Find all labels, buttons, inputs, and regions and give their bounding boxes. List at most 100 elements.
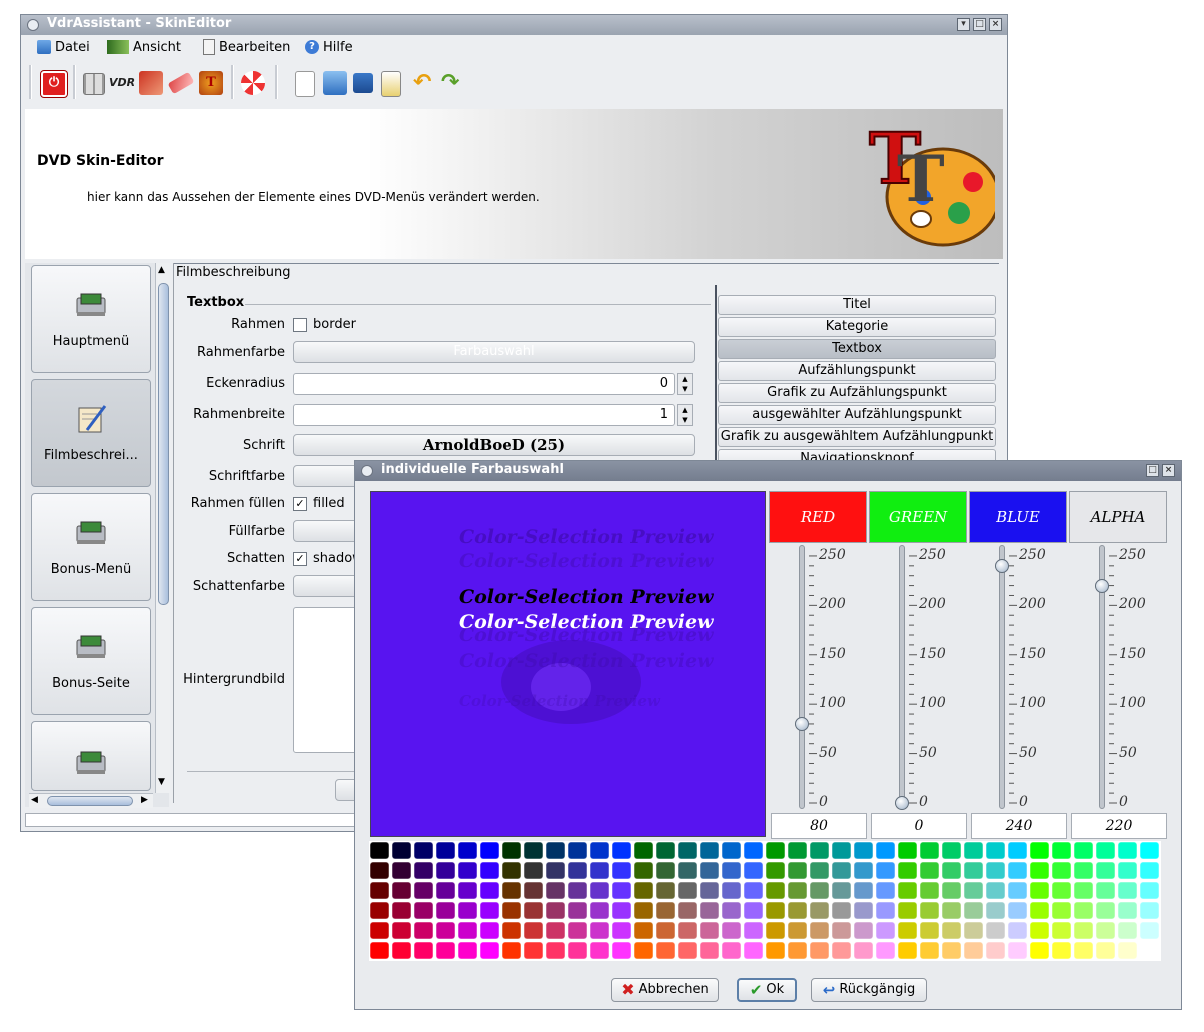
palette-swatch[interactable] [897, 921, 918, 940]
nav-bonus-menue[interactable]: Bonus-Menü [31, 493, 151, 601]
palette-swatch[interactable] [743, 921, 764, 940]
palette-swatch[interactable] [369, 921, 390, 940]
close-icon[interactable]: × [989, 18, 1002, 31]
palette-swatch[interactable] [611, 881, 632, 900]
palette-swatch[interactable] [985, 941, 1006, 960]
palette-swatch[interactable] [413, 841, 434, 860]
palette-swatch[interactable] [875, 881, 896, 900]
palette-swatch[interactable] [1139, 941, 1160, 960]
palette-swatch[interactable] [523, 841, 544, 860]
save-icon[interactable] [353, 73, 373, 93]
palette-swatch[interactable] [479, 921, 500, 940]
palette-swatch[interactable] [435, 841, 456, 860]
palette-swatch[interactable] [677, 861, 698, 880]
palette-swatch[interactable] [633, 841, 654, 860]
filled-checkbox[interactable]: ✓ [293, 497, 307, 511]
palette-swatch[interactable] [545, 881, 566, 900]
element-list-item[interactable]: Aufzählungspunkt [718, 361, 996, 381]
palette-swatch[interactable] [369, 881, 390, 900]
element-list-item[interactable]: ausgewählter Aufzählungspunkt [718, 405, 996, 425]
palette-swatch[interactable] [897, 901, 918, 920]
palette-swatch[interactable] [765, 901, 786, 920]
palette-swatch[interactable] [721, 841, 742, 860]
palette-swatch[interactable] [941, 861, 962, 880]
palette-swatch[interactable] [655, 881, 676, 900]
palette-swatch[interactable] [1095, 881, 1116, 900]
palette-swatch[interactable] [633, 881, 654, 900]
palette-swatch[interactable] [699, 901, 720, 920]
palette-swatch[interactable] [1073, 941, 1094, 960]
nav-hscroll-thumb[interactable] [47, 796, 133, 806]
palette-swatch[interactable] [809, 941, 830, 960]
rahmenbreite-input[interactable]: 1 [293, 404, 675, 426]
palette-swatch[interactable] [1073, 841, 1094, 860]
power-icon[interactable]: ⏻ [41, 71, 67, 97]
palette-swatch[interactable] [985, 901, 1006, 920]
channel-slider-knob[interactable] [1095, 578, 1109, 593]
element-list-item[interactable]: Grafik zu ausgewähltem Aufzählungpunkt [718, 427, 996, 447]
scroll-right-icon[interactable]: ▶ [141, 795, 148, 805]
element-list-item[interactable]: Grafik zu Aufzählungspunkt [718, 383, 996, 403]
palette-swatch[interactable] [1095, 921, 1116, 940]
palette-swatch[interactable] [897, 881, 918, 900]
palette-swatch[interactable] [1029, 841, 1050, 860]
undo-button[interactable]: ↩ Rückgängig [811, 978, 927, 1002]
palette-swatch[interactable] [699, 861, 720, 880]
nav-item-5[interactable] [31, 721, 151, 791]
palette-swatch[interactable] [1139, 841, 1160, 860]
palette-swatch[interactable] [809, 841, 830, 860]
palette-swatch[interactable] [611, 901, 632, 920]
palette-swatch[interactable] [391, 841, 412, 860]
palette-swatch[interactable] [941, 841, 962, 860]
palette-swatch[interactable] [655, 941, 676, 960]
palette-swatch[interactable] [457, 861, 478, 880]
palette-swatch[interactable] [435, 941, 456, 960]
palette-swatch[interactable] [897, 841, 918, 860]
palette-swatch[interactable] [787, 841, 808, 860]
palette-swatch[interactable] [831, 861, 852, 880]
palette-swatch[interactable] [457, 901, 478, 920]
lifebuoy-icon[interactable] [241, 71, 265, 95]
palette-swatch[interactable] [809, 861, 830, 880]
palette-swatch[interactable] [853, 921, 874, 940]
rahmenfarbe-button[interactable]: Farbauswahl [293, 341, 695, 363]
palette-swatch[interactable] [413, 861, 434, 880]
palette-swatch[interactable] [963, 881, 984, 900]
menu-ansicht[interactable]: Ansicht [107, 38, 181, 56]
palette-swatch[interactable] [787, 901, 808, 920]
palette-swatch[interactable] [677, 841, 698, 860]
palette-swatch[interactable] [985, 921, 1006, 940]
window-menu-icon[interactable] [27, 19, 39, 31]
palette-swatch[interactable] [699, 941, 720, 960]
palette-swatch[interactable] [919, 921, 940, 940]
palette-swatch[interactable] [721, 881, 742, 900]
palette-swatch[interactable] [479, 881, 500, 900]
palette-swatch[interactable] [963, 901, 984, 920]
palette-swatch[interactable] [875, 901, 896, 920]
channel-slider-track[interactable] [999, 545, 1005, 809]
palette-swatch[interactable] [1007, 881, 1028, 900]
palette-swatch[interactable] [1029, 921, 1050, 940]
palette-swatch[interactable] [655, 921, 676, 940]
palette-swatch[interactable] [545, 901, 566, 920]
dialog-close-icon[interactable]: × [1162, 464, 1175, 477]
border-checkbox[interactable] [293, 318, 307, 332]
channel-slider-knob[interactable] [895, 796, 909, 810]
palette-swatch[interactable] [875, 941, 896, 960]
channel-slider-track[interactable] [799, 545, 805, 809]
palette-swatch[interactable] [611, 921, 632, 940]
palette-swatch[interactable] [413, 941, 434, 960]
palette-swatch[interactable] [809, 901, 830, 920]
nav-horizontal-scrollbar[interactable]: ◀ ▶ [29, 793, 153, 808]
palette-swatch[interactable] [523, 861, 544, 880]
palette-swatch[interactable] [1051, 921, 1072, 940]
palette-swatch[interactable] [611, 841, 632, 860]
palette-swatch[interactable] [391, 861, 412, 880]
palette-swatch[interactable] [699, 921, 720, 940]
palette-swatch[interactable] [589, 941, 610, 960]
palette-swatch[interactable] [457, 941, 478, 960]
palette-swatch[interactable] [479, 941, 500, 960]
palette-swatch[interactable] [677, 881, 698, 900]
palette-swatch[interactable] [1073, 921, 1094, 940]
palette-swatch[interactable] [413, 921, 434, 940]
